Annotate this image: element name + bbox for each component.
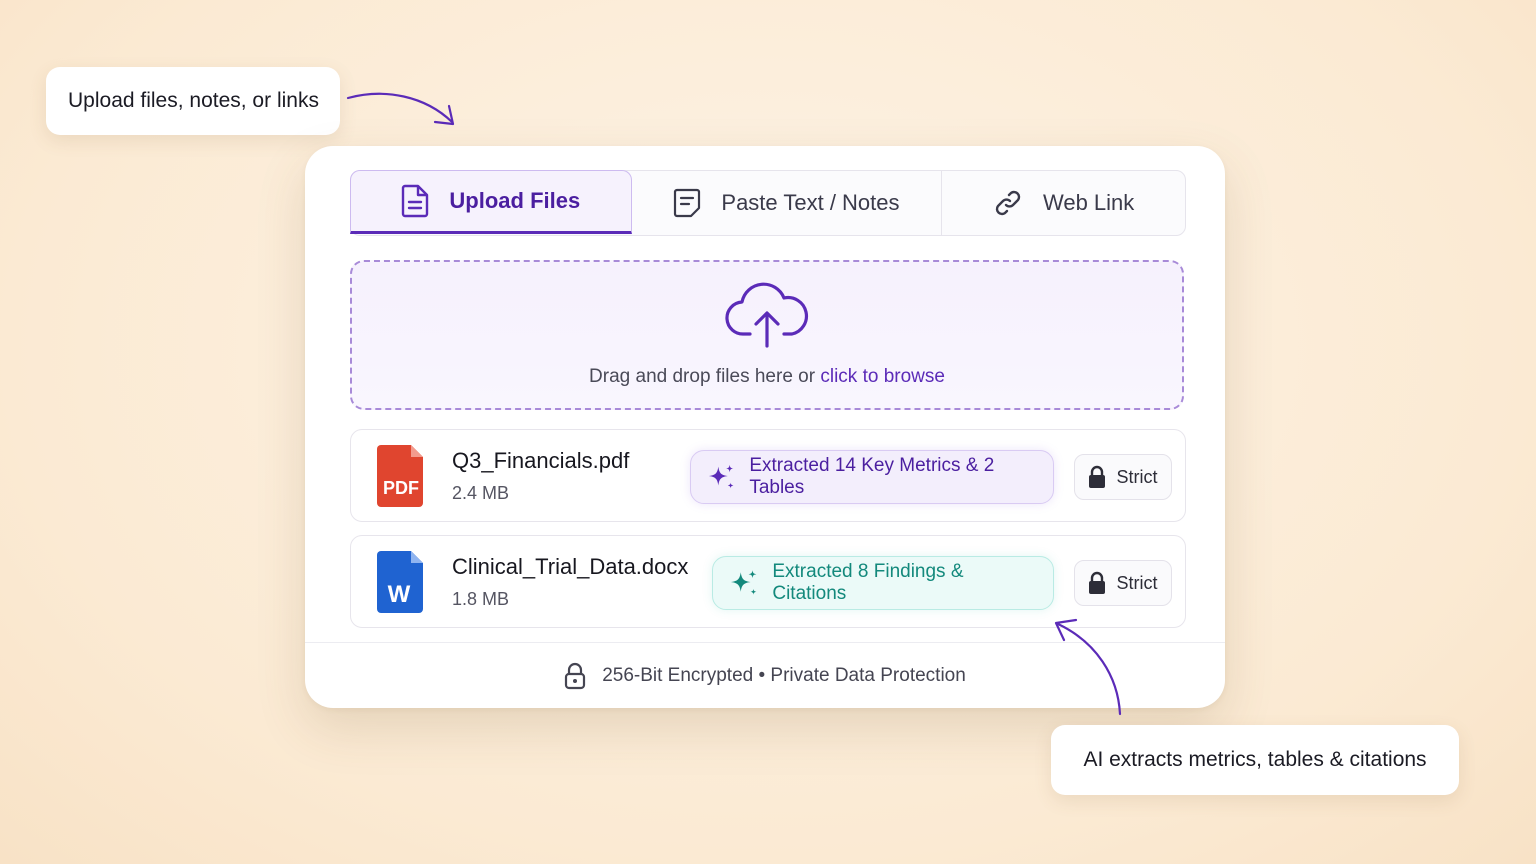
tab-paste-text-label: Paste Text / Notes (721, 190, 900, 215)
file-name: Q3_Financials.pdf (452, 448, 630, 473)
lock-icon (1089, 571, 1106, 594)
file-dropzone[interactable]: Drag and drop files here or click to bro… (350, 260, 1184, 410)
strict-label: Strict (1116, 572, 1158, 593)
pdf-file-label: PDF (383, 478, 419, 498)
callout-upload-hint: Upload files, notes, or links (46, 67, 340, 135)
cloud-upload-icon (725, 282, 809, 348)
word-file-label: W (388, 581, 411, 608)
tab-web-link[interactable]: Web Link (942, 171, 1185, 235)
strict-toggle[interactable]: Strict (1074, 560, 1172, 606)
document-icon (402, 184, 429, 218)
tab-upload-files[interactable]: Upload Files (350, 170, 632, 234)
tab-web-link-label: Web Link (1042, 190, 1135, 215)
sparkle-icon (730, 570, 757, 595)
pdf-file-icon: PDF (377, 445, 423, 507)
callout-ai-hint: AI extracts metrics, tables & citations (1051, 725, 1459, 795)
note-icon (674, 188, 701, 218)
callout-arrow-icon (346, 92, 455, 126)
extraction-badge-text: Extracted 8 Findings & Citations (772, 561, 964, 604)
file-name: Clinical_Trial_Data.docx (452, 554, 689, 579)
callout-upload-hint-text: Upload files, notes, or links (68, 89, 319, 112)
callout-arrow-icon (1054, 618, 1122, 716)
strict-label: Strict (1116, 466, 1158, 487)
extraction-badge: Extracted 8 Findings & Citations (712, 556, 1054, 610)
file-size: 1.8 MB (452, 589, 510, 609)
callout-ai-hint-text: AI extracts metrics, tables & citations (1083, 748, 1427, 771)
word-file-icon: W (377, 551, 423, 613)
extraction-badge: Extracted 14 Key Metrics & 2 Tables (690, 450, 1054, 504)
tab-upload-files-label: Upload Files (449, 188, 581, 213)
source-tabs: Upload Files Paste Text / Notes Web Link (350, 170, 1186, 236)
sparkle-icon (708, 464, 734, 489)
file-size: 2.4 MB (452, 483, 510, 503)
link-icon (995, 190, 1021, 216)
file-row-pdf: PDF Q3_Financials.pdf 2.4 MB Extracted 1… (350, 429, 1186, 522)
dropzone-instructions: Drag and drop files here or click to bro… (589, 366, 945, 388)
security-footer-text: 256-Bit Encrypted • Private Data Protect… (602, 664, 966, 686)
dropzone-text: Drag and drop files here or (589, 366, 816, 387)
strict-toggle[interactable]: Strict (1074, 454, 1172, 500)
browse-link[interactable]: click to browse (820, 366, 945, 387)
extraction-badge-text: Extracted 14 Key Metrics & 2 Tables (749, 455, 995, 498)
file-row-docx: W Clinical_Trial_Data.docx 1.8 MB Extrac… (350, 535, 1186, 628)
tab-paste-text[interactable]: Paste Text / Notes (632, 171, 943, 235)
lock-icon (1089, 465, 1106, 488)
lock-icon (565, 662, 586, 689)
